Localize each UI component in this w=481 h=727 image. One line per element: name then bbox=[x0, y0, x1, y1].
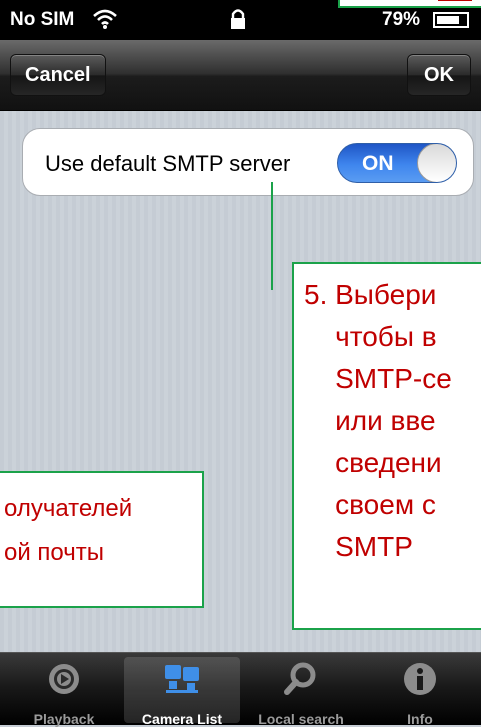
navigation-bar: Cancel OK bbox=[0, 40, 481, 111]
ok-button[interactable]: OK bbox=[407, 54, 471, 96]
wifi-icon bbox=[93, 9, 117, 29]
tab-camera-list[interactable]: Camera List bbox=[124, 657, 240, 727]
lock-icon bbox=[231, 9, 245, 29]
callout-arrow-mark bbox=[438, 0, 472, 1]
cancel-button[interactable]: Cancel bbox=[10, 54, 106, 96]
playback-icon bbox=[49, 664, 79, 694]
tab-bar: Playback Camera List Local search Info bbox=[0, 652, 481, 727]
recipient-callout: олучателей ой почты bbox=[0, 471, 204, 608]
default-smtp-toggle[interactable]: ON bbox=[337, 143, 457, 183]
smtp-setting-label: Use default SMTP server bbox=[45, 151, 291, 176]
carrier-label: No SIM bbox=[10, 9, 75, 30]
battery-percentage: 79% bbox=[382, 9, 421, 30]
info-icon bbox=[404, 663, 436, 695]
top-callout-fragment bbox=[338, 0, 481, 8]
instruction-callout-step5: 5. Выбери чтобы в SMTP-се или вве сведен… bbox=[292, 262, 481, 630]
tab-label: Camera List bbox=[141, 711, 223, 727]
tab-local-search[interactable]: Local search bbox=[243, 657, 359, 727]
battery-icon bbox=[433, 12, 469, 28]
toggle-state-label: ON bbox=[362, 152, 394, 175]
callout-leader-line bbox=[271, 182, 273, 290]
search-icon bbox=[284, 662, 316, 695]
tab-label: Local search bbox=[258, 711, 344, 727]
toggle-knob[interactable] bbox=[417, 144, 456, 182]
tab-label: Info bbox=[407, 711, 433, 727]
camera-list-icon bbox=[165, 665, 199, 693]
tab-label: Playback bbox=[33, 711, 95, 727]
tab-info[interactable]: Info bbox=[362, 657, 478, 727]
smtp-setting-cell: Use default SMTP server ON bbox=[22, 128, 474, 196]
tab-playback[interactable]: Playback bbox=[6, 657, 122, 727]
